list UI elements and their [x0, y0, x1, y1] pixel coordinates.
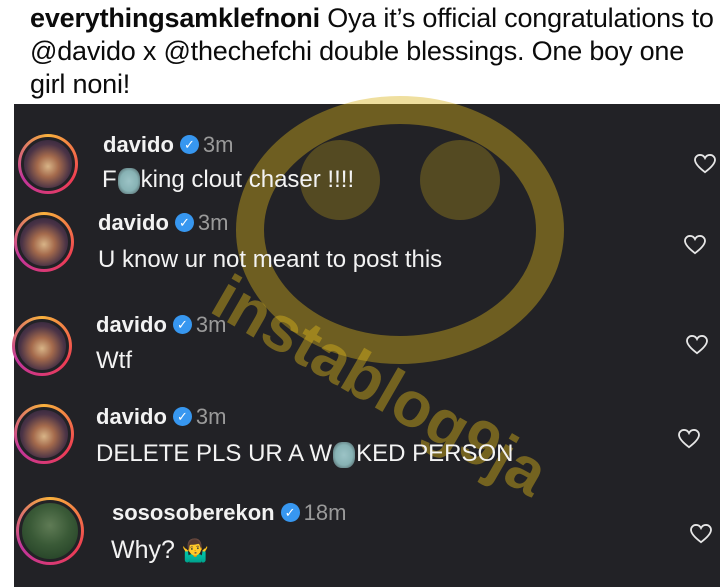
- comment-text: U know ur not meant to post this: [98, 246, 443, 273]
- comment-text: Fking clout chaser !!!!: [102, 166, 355, 194]
- verified-badge-icon: ✓: [172, 314, 192, 334]
- post-caption: everythingsamklefnoni Oya it’s official …: [0, 0, 720, 104]
- comment-username[interactable]: davido: [96, 312, 167, 337]
- comment-text: DELETE PLS UR A W KED PERSON: [96, 440, 514, 468]
- comment-username[interactable]: davido: [103, 132, 174, 157]
- sososoberekon-avatar-icon[interactable]: [16, 497, 84, 565]
- comment-text: Why? 🤷‍♂️: [111, 536, 210, 564]
- caption-username[interactable]: everythingsamklefnoni: [30, 3, 320, 33]
- comment-username[interactable]: sososoberekon: [112, 500, 275, 525]
- davido-avatar-icon[interactable]: [18, 134, 78, 194]
- verified-badge-icon: ✓: [280, 502, 300, 522]
- verified-badge-icon: ✓: [179, 134, 199, 154]
- verified-badge-icon: ✓: [172, 406, 192, 426]
- like-heart-icon[interactable]: [686, 335, 708, 355]
- like-heart-icon[interactable]: [694, 154, 716, 174]
- davido-avatar-icon[interactable]: [12, 316, 72, 376]
- davido-avatar-icon[interactable]: [14, 404, 74, 464]
- comment-username[interactable]: davido: [96, 404, 167, 429]
- comment-username[interactable]: davido: [98, 210, 169, 235]
- davido-avatar-icon[interactable]: [14, 212, 74, 272]
- comment-time: 3m: [197, 210, 229, 235]
- comment-time: 3m: [195, 404, 227, 429]
- censor-blur: [117, 167, 140, 194]
- comment-time: 3m: [202, 132, 234, 157]
- comment-text: Wtf: [96, 347, 132, 374]
- comment-time: 3m: [195, 312, 227, 337]
- censor-blur: [333, 441, 356, 468]
- verified-badge-icon: ✓: [174, 212, 194, 232]
- person-shrugging-icon: 🤷‍♂️: [181, 538, 210, 563]
- comment-time: 18m: [303, 500, 347, 525]
- like-heart-icon[interactable]: [690, 524, 712, 544]
- like-heart-icon[interactable]: [684, 235, 706, 255]
- like-heart-icon[interactable]: [678, 429, 700, 449]
